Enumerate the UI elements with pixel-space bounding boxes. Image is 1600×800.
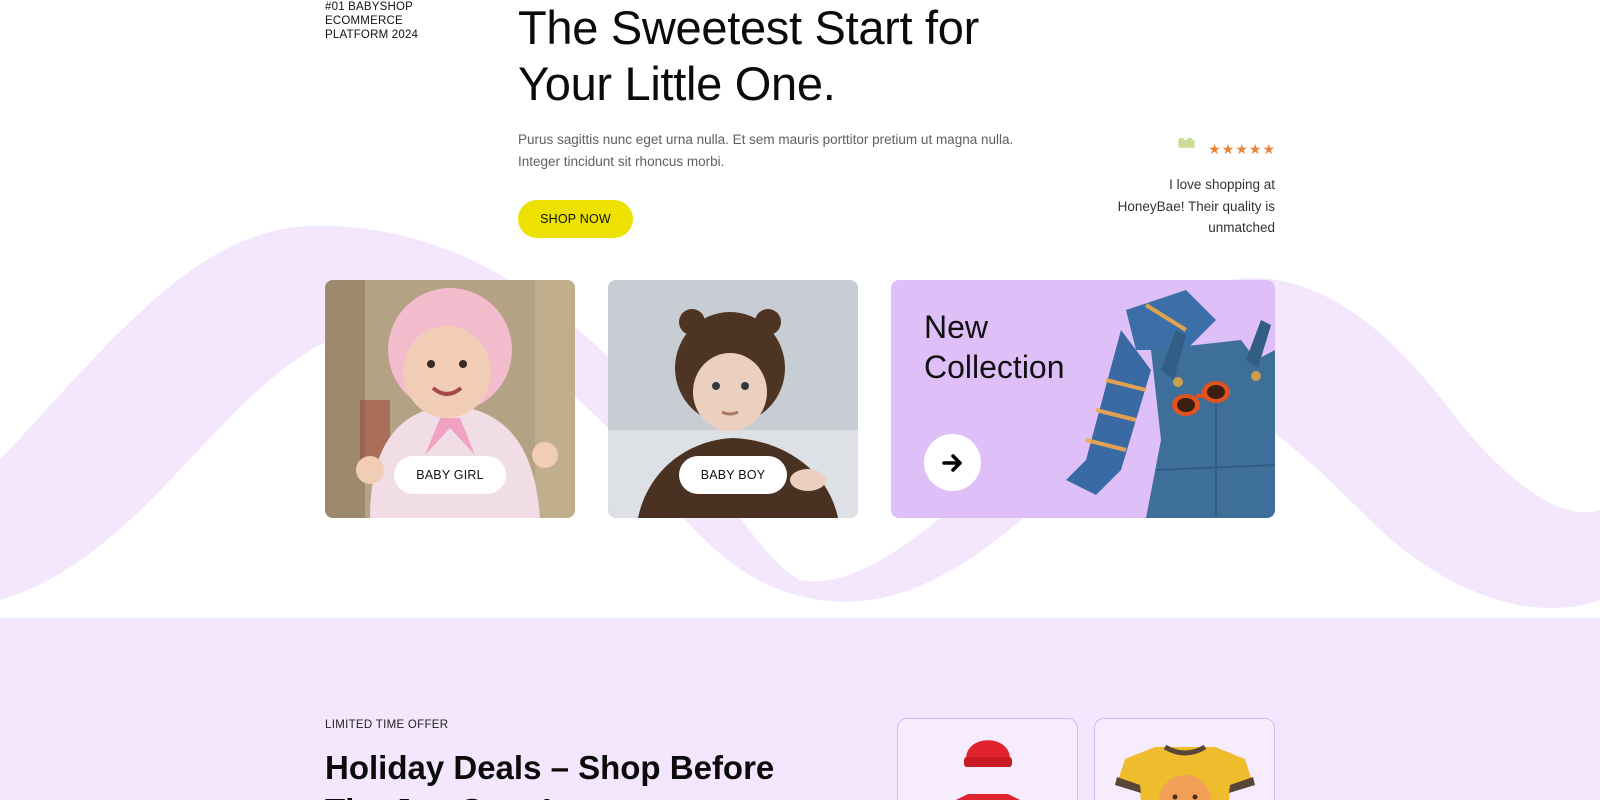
star-icon: ★ [1248,141,1262,157]
tiger-onesie-image [1115,744,1255,800]
star-icon: ★ [1235,141,1248,157]
new-collection-card[interactable]: New Collection [891,280,1275,518]
hero-eyebrow: #01 BABYSHOP ECOMMERCE PLATFORM 2024 [325,1,419,41]
star-icon: ★ [1262,141,1275,157]
category-card-baby-boy[interactable]: BABY BOY [608,280,858,518]
limited-offer-label: LIMITED TIME OFFER [325,719,449,731]
arrow-right-icon [941,453,962,472]
baby-boy-button[interactable]: BABY BOY [679,456,787,494]
red-beanie-outfit-image [956,740,1020,800]
deals-title: Holiday Deals – Shop Before The Joy Goes… [325,749,775,800]
clothes-image [1066,290,1275,518]
star-rating: ★ ★ ★ ★ ★ [1208,142,1275,156]
hero-section: #01 BABYSHOP ECOMMERCE PLATFORM 2024 The… [0,0,1600,620]
hero-subtext: Purus sagittis nunc eget urna nulla. Et … [518,132,1014,169]
product-card-tiger-onesie[interactable] [1094,718,1275,800]
baby-girl-button[interactable]: BABY GIRL [394,456,506,494]
star-icon: ★ [1208,141,1221,157]
category-card-baby-girl[interactable]: BABY GIRL [325,280,575,518]
hero-headline: The Sweetest Start for Your Little One. [518,1,979,110]
product-card-red-outfit[interactable] [897,718,1078,800]
star-icon: ★ [1221,141,1235,157]
testimonial: ❝ ★ ★ ★ ★ ★ I love shopping at HoneyBae!… [1110,138,1275,239]
quote-icon: ❝ [1176,138,1196,160]
holiday-deals-section: LIMITED TIME OFFER Holiday Deals – Shop … [0,618,1600,800]
shop-now-button[interactable]: SHOP NOW [518,200,633,238]
new-collection-arrow-button[interactable] [924,434,981,491]
testimonial-text: I love shopping at HoneyBae! Their quali… [1117,177,1275,235]
testimonial-header: ❝ ★ ★ ★ ★ ★ [1110,138,1275,160]
